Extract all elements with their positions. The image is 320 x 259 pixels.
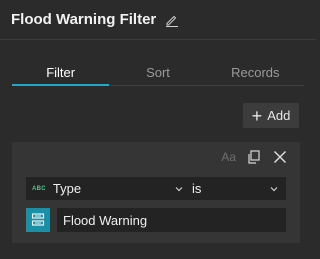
operator-select-value: is [192, 181, 202, 196]
pencil-icon[interactable] [165, 13, 179, 27]
field-select-value: Type [52, 181, 82, 196]
case-sensitive-toggle[interactable]: Aa [221, 150, 236, 164]
page-title: Flood Warning Filter [11, 11, 157, 28]
value-row: Flood Warning [26, 208, 286, 232]
clause-tools: Aa [221, 149, 288, 165]
tab-records[interactable]: Records [207, 60, 304, 85]
filter-clause-card: Aa ABC Type is Flood Warning [12, 142, 300, 243]
operator-select[interactable]: is [186, 177, 286, 200]
copy-icon[interactable] [246, 149, 262, 165]
plus-icon: + [251, 105, 263, 126]
panel-header: Flood Warning Filter [0, 0, 316, 40]
tab-filter[interactable]: Filter [12, 60, 110, 86]
add-button-label: Add [267, 108, 291, 123]
close-icon[interactable] [272, 149, 288, 165]
chevron-down-icon [174, 182, 184, 192]
value-input[interactable]: Flood Warning [57, 208, 286, 232]
add-button[interactable]: + Add [243, 103, 299, 128]
unique-values-icon[interactable] [26, 208, 50, 232]
field-select[interactable]: ABC Type [26, 177, 191, 200]
chevron-down-icon [269, 182, 279, 192]
string-field-icon: ABC [32, 185, 46, 192]
tab-sort[interactable]: Sort [109, 60, 206, 85]
tab-bar: Filter Sort Records [12, 60, 304, 86]
